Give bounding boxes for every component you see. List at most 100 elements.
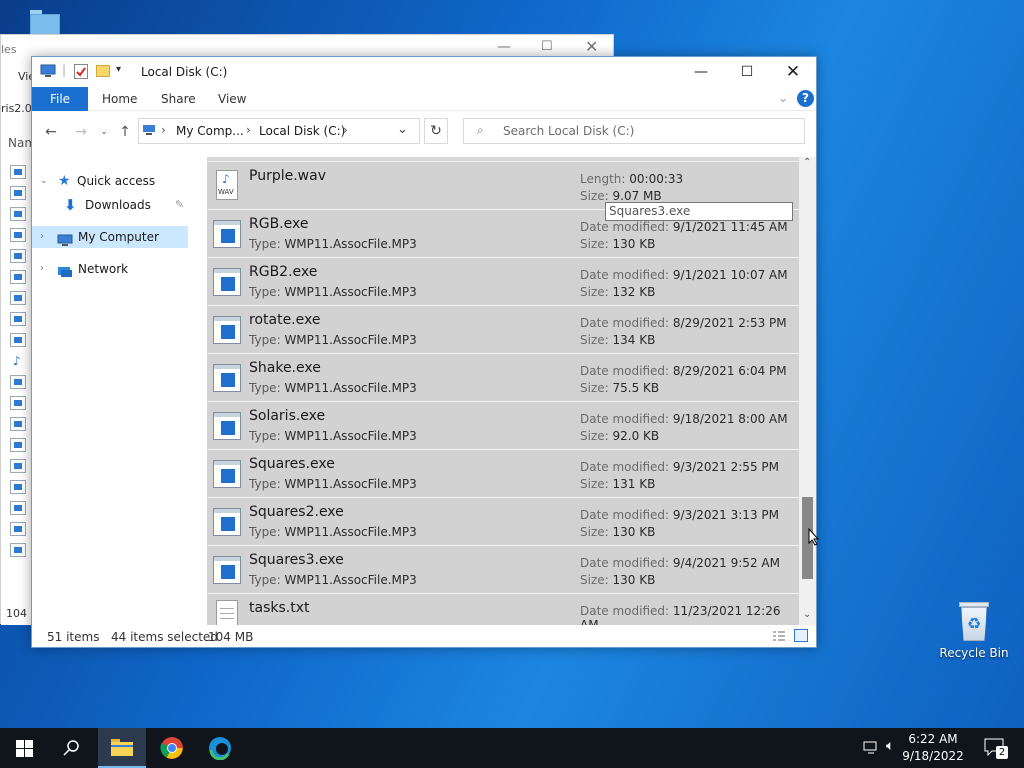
list-item[interactable] [10, 207, 26, 221]
start-button[interactable] [0, 728, 48, 768]
new-folder-icon[interactable] [96, 65, 110, 77]
search-input[interactable]: ⌕ Search Local Disk (C:) [463, 118, 805, 144]
pin-icon[interactable]: ✎ [175, 194, 184, 216]
close-icon[interactable]: ✕ [585, 37, 598, 56]
list-item[interactable]: Squares2.exe Type: WMP11.AssocFile.MP3 D… [207, 498, 799, 546]
list-item[interactable]: RGB2.exe Type: WMP11.AssocFile.MP3 Date … [207, 258, 799, 306]
list-item[interactable] [10, 249, 26, 263]
tab-view[interactable]: View [204, 87, 260, 111]
list-item[interactable] [10, 333, 26, 347]
notification-badge: 2 [996, 746, 1008, 759]
search-icon: ⌕ [477, 123, 484, 137]
list-item[interactable]: Solaris.exe Type: WMP11.AssocFile.MP3 Da… [207, 402, 799, 450]
list-item[interactable] [10, 375, 26, 389]
forward-arrow-icon[interactable]: → [71, 122, 91, 142]
list-item[interactable]: tasks.txt Date modified: 11/23/2021 12:2… [207, 594, 799, 625]
list-item[interactable] [10, 186, 26, 200]
chevron-down-icon[interactable]: ⌄ [397, 122, 408, 137]
network-icon[interactable] [862, 740, 880, 756]
network-icon [57, 263, 73, 277]
edge-icon [209, 737, 231, 760]
list-item[interactable]: Squares.exe Type: WMP11.AssocFile.MP3 Da… [207, 450, 799, 498]
search-button[interactable] [48, 728, 96, 768]
list-item[interactable]: Squares3.exe Type: WMP11.AssocFile.MP3 D… [207, 546, 799, 594]
scroll-down-icon[interactable]: ⌄ [803, 609, 811, 620]
details-view-icon[interactable] [772, 630, 786, 642]
volume-icon[interactable]: 🔈︎ [886, 738, 894, 754]
properties-icon[interactable] [74, 64, 88, 79]
scroll-up-icon[interactable]: ⌃ [803, 157, 811, 168]
list-item[interactable] [10, 270, 26, 284]
breadcrumb-my-computer[interactable]: My Comp... [176, 124, 244, 138]
list-item[interactable] [10, 543, 26, 557]
file-name: rotate.exe [249, 312, 321, 328]
chevron-down-icon[interactable]: ▾ [116, 64, 121, 75]
recent-locations-icon[interactable]: ⌄ [94, 122, 114, 142]
exe-file-icon [213, 316, 241, 344]
clock[interactable]: 6:22 AM 9/18/2022 [900, 731, 966, 765]
computer-icon [40, 64, 56, 78]
file-name: RGB.exe [249, 216, 309, 232]
list-item[interactable] [10, 438, 26, 452]
bg-file-list: ♪ [1, 153, 33, 625]
help-icon[interactable]: ? [797, 90, 814, 107]
minimize-button[interactable]: — [678, 57, 724, 87]
tiles-view-icon[interactable] [794, 629, 808, 642]
expand-ribbon-icon[interactable]: ⌄ [778, 91, 788, 105]
list-item[interactable]: rotate.exe Type: WMP11.AssocFile.MP3 Dat… [207, 306, 799, 354]
list-item[interactable] [10, 396, 26, 410]
list-item[interactable]: Shake.exe Type: WMP11.AssocFile.MP3 Date… [207, 354, 799, 402]
file-list[interactable]: ♪ WAV Purple.wav Length: 00:00:33 Size: … [207, 157, 799, 625]
refresh-button[interactable]: ↻ [424, 118, 448, 144]
list-item[interactable] [10, 228, 26, 242]
file-explorer-taskbar-button[interactable] [98, 728, 146, 768]
maximize-icon[interactable]: ☐ [541, 39, 553, 54]
text-file-icon [216, 600, 238, 625]
chevron-down-icon[interactable]: ⌄ [40, 170, 48, 192]
file-name: Shake.exe [249, 360, 321, 376]
vertical-scrollbar[interactable]: ⌃ ⌄ [799, 157, 816, 625]
list-item[interactable] [10, 165, 26, 179]
title-bar[interactable]: | ▾ Local Disk (C:) — ☐ ✕ [32, 57, 816, 87]
nav-my-computer[interactable]: › My Computer [32, 226, 188, 248]
computer-icon [57, 231, 73, 246]
close-icon: ✕ [785, 62, 801, 82]
list-item[interactable] [10, 312, 26, 326]
file-name: RGB2.exe [249, 264, 318, 280]
desktop-folder-icon[interactable] [30, 10, 60, 36]
chevron-right-icon[interactable]: › [40, 226, 44, 248]
chrome-taskbar-button[interactable] [148, 728, 196, 768]
recycle-bin-shortcut[interactable]: ♻ Recycle Bin [936, 600, 1012, 670]
close-button[interactable]: ✕ [770, 57, 816, 87]
edge-taskbar-button[interactable] [196, 728, 244, 768]
tab-home[interactable]: Home [88, 87, 151, 111]
list-item[interactable] [10, 291, 26, 305]
file-name: Squares.exe [249, 456, 335, 472]
back-arrow-icon[interactable]: ← [41, 122, 61, 142]
maximize-button[interactable]: ☐ [724, 57, 770, 87]
minimize-icon[interactable]: — [497, 39, 511, 55]
nav-quick-access[interactable]: ⌄ ★ Quick access [32, 170, 188, 192]
exe-file-icon [213, 364, 241, 392]
breadcrumb-local-disk[interactable]: Local Disk (C:) [259, 124, 345, 138]
window-title: Local Disk (C:) [141, 65, 228, 79]
nav-downloads[interactable]: ⬇ Downloads ✎ [32, 194, 188, 216]
list-item[interactable] [10, 480, 26, 494]
action-center-button[interactable]: 2 [974, 728, 1024, 768]
list-item[interactable] [10, 501, 26, 515]
tab-file[interactable]: File [32, 87, 88, 111]
bg-address[interactable]: ris2.0 [1, 102, 32, 115]
list-item[interactable] [10, 459, 26, 473]
selected-count: 44 items selected [111, 630, 218, 644]
file-name: Squares2.exe [249, 504, 344, 520]
music-file-icon: ♪ [13, 354, 21, 368]
chevron-right-icon[interactable]: › [40, 258, 44, 280]
tab-share[interactable]: Share [147, 87, 210, 111]
nav-network[interactable]: › Network [32, 258, 188, 280]
address-bar[interactable]: › My Comp... › Local Disk (C:) › ⌄ [138, 118, 420, 144]
explorer-window[interactable]: | ▾ Local Disk (C:) — ☐ ✕ File Home Shar… [31, 56, 817, 648]
up-arrow-icon[interactable]: ↑ [115, 122, 135, 142]
list-item[interactable] [10, 417, 26, 431]
list-item[interactable] [10, 522, 26, 536]
address-toolbar: ← → ⌄ ↑ › My Comp... › Local Disk (C:) ›… [32, 112, 816, 150]
